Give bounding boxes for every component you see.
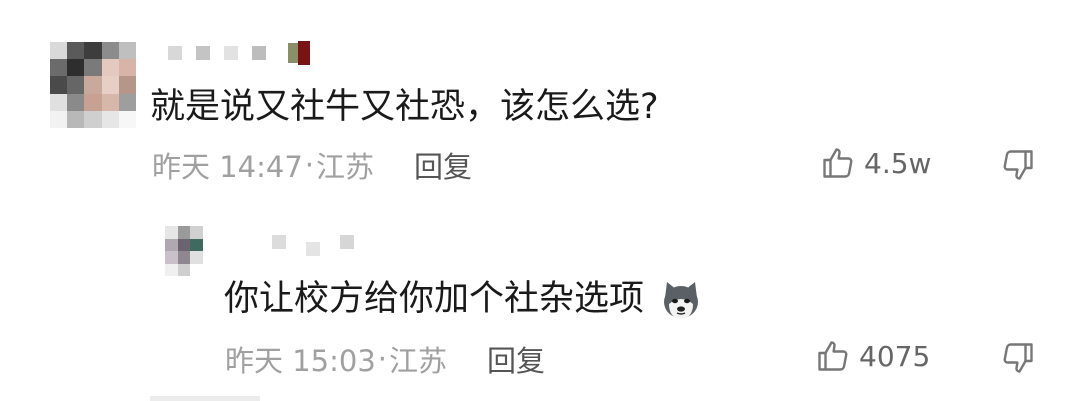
comment-location: 江苏 [316, 150, 375, 184]
comment-text: 你让校方给你加个社杂选项 [224, 270, 703, 322]
avatar[interactable] [50, 42, 136, 128]
thumbs-down-icon [1003, 343, 1033, 373]
thumbs-down-icon [1003, 150, 1033, 180]
reply-item: 你让校方给你加个社杂选项 昨天 15:03 · 江苏 回复 4075 [0, 200, 1080, 401]
username[interactable] [168, 41, 310, 65]
reply-button[interactable]: 回复 [487, 338, 545, 380]
comment-meta: 昨天 15:03 · 江苏 回复 [225, 338, 545, 380]
comment-time: 昨天 15:03 [225, 344, 376, 378]
comment-location: 江苏 [389, 344, 448, 378]
comment-meta: 昨天 14:47 · 江苏 回复 [152, 144, 472, 186]
separator: · [304, 148, 315, 182]
thumbs-up-icon [818, 341, 848, 371]
reply-button[interactable]: 回复 [414, 144, 472, 186]
like-count: 4.5w [864, 146, 932, 180]
like-count: 4075 [859, 339, 931, 373]
avatar[interactable] [165, 226, 203, 276]
comment-text-content: 你让校方给你加个社杂选项 [224, 279, 645, 319]
separator: · [377, 342, 388, 376]
username[interactable] [272, 228, 354, 256]
dislike-button[interactable] [1000, 147, 1036, 183]
divider [150, 396, 260, 401]
comment-item: 就是说又社牛又社恐，该怎么选? 昨天 14:47 · 江苏 回复 4.5w [0, 0, 1080, 200]
dislike-button[interactable] [1000, 340, 1036, 376]
like-button[interactable]: 4.5w [820, 145, 931, 181]
comment-text: 就是说又社牛又社恐，该怎么选? [150, 87, 659, 127]
husky-dog-emoji [664, 282, 699, 319]
thumbs-up-icon [823, 148, 853, 178]
like-button[interactable]: 4075 [815, 338, 930, 374]
comment-time: 昨天 14:47 [152, 150, 303, 184]
